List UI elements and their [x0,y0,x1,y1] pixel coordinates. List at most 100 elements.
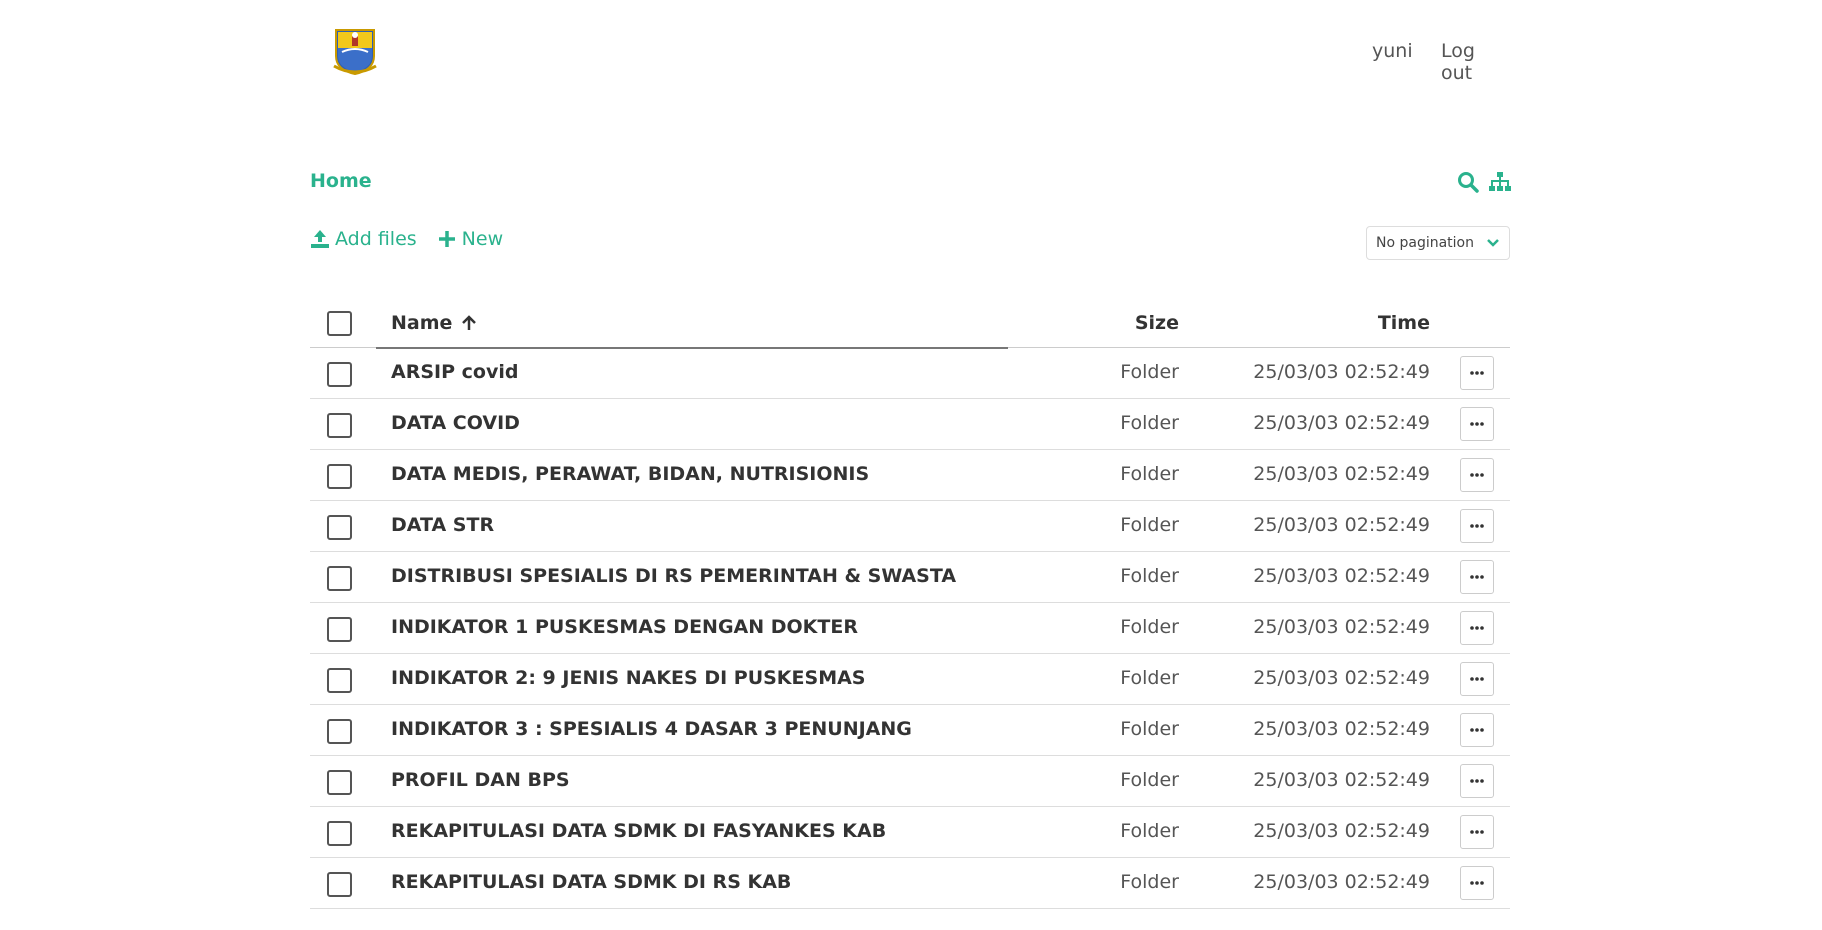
row-checkbox[interactable] [327,464,352,489]
select-all-checkbox[interactable] [327,311,352,336]
more-icon [1470,371,1484,375]
file-name-link[interactable]: PROFIL DAN BPS [391,769,570,791]
file-time: 25/03/03 02:52:49 [1253,667,1430,689]
file-name-link[interactable]: REKAPITULASI DATA SDMK DI RS KAB [391,871,791,893]
new-label: New [461,228,504,250]
file-actions: Add files New [310,228,503,250]
file-name-link[interactable]: INDIKATOR 1 PUSKESMAS DENGAN DOKTER [391,616,858,638]
sitemap-icon[interactable] [1488,170,1512,194]
file-time: 25/03/03 02:52:49 [1253,565,1430,587]
more-actions-button[interactable] [1460,356,1494,390]
file-name-link[interactable]: REKAPITULASI DATA SDMK DI FASYANKES KAB [391,820,886,842]
column-time[interactable]: Time [1378,312,1430,334]
file-name-link[interactable]: ARSIP covid [391,361,518,383]
header: yuni Log out [310,0,1510,110]
more-icon [1470,830,1484,834]
column-size[interactable]: Size [1135,312,1179,334]
plus-icon [438,231,455,247]
file-name-link[interactable]: DATA STR [391,514,494,536]
upload-icon [311,230,329,248]
file-size: Folder [1120,718,1179,740]
file-size: Folder [1120,820,1179,842]
table-row[interactable]: DATA COVID Folder 25/03/03 02:52:49 [310,399,1510,450]
add-files-button[interactable]: Add files [310,228,417,250]
file-time: 25/03/03 02:52:49 [1253,361,1430,383]
table-row[interactable]: DATA STR Folder 25/03/03 02:52:49 [310,501,1510,552]
file-size: Folder [1120,514,1179,536]
more-icon [1470,575,1484,579]
file-size: Folder [1120,412,1179,434]
file-name-link[interactable]: DATA COVID [391,412,520,434]
row-checkbox[interactable] [327,413,352,438]
logout-link[interactable]: Log out [1441,40,1510,84]
more-icon [1470,473,1484,477]
file-time: 25/03/03 02:52:49 [1253,871,1430,893]
file-size: Folder [1120,667,1179,689]
table-row[interactable]: ARSIP covid Folder 25/03/03 02:52:49 [310,348,1510,399]
row-checkbox[interactable] [327,770,352,795]
file-name-link[interactable]: DATA MEDIS, PERAWAT, BIDAN, NUTRISIONIS [391,463,869,485]
table-row[interactable]: REKAPITULASI DATA SDMK DI FASYANKES KAB F… [310,807,1510,858]
file-time: 25/03/03 02:52:49 [1253,412,1430,434]
more-icon [1470,728,1484,732]
file-size: Folder [1120,361,1179,383]
new-button[interactable]: New [437,228,503,250]
file-time: 25/03/03 02:52:49 [1253,769,1430,791]
row-checkbox[interactable] [327,566,352,591]
sort-by-name[interactable]: Name [391,312,478,334]
chevron-down-icon [1487,239,1499,247]
table-row[interactable]: INDIKATOR 2: 9 JENIS NAKES DI PUSKESMAS F… [310,654,1510,705]
more-icon [1470,779,1484,783]
row-checkbox[interactable] [327,719,352,744]
row-checkbox[interactable] [327,515,352,540]
file-size: Folder [1120,871,1179,893]
table-row[interactable]: DISTRIBUSI SPESIALIS DI RS PEMERINTAH & … [310,552,1510,603]
row-checkbox[interactable] [327,872,352,897]
file-size: Folder [1120,565,1179,587]
search-icon[interactable] [1456,170,1480,194]
column-name-label: Name [391,312,453,334]
row-checkbox[interactable] [327,668,352,693]
file-time: 25/03/03 02:52:49 [1253,718,1430,740]
file-time: 25/03/03 02:52:49 [1253,616,1430,638]
file-name-link[interactable]: INDIKATOR 2: 9 JENIS NAKES DI PUSKESMAS [391,667,866,689]
more-actions-button[interactable] [1460,458,1494,492]
table-row[interactable]: PROFIL DAN BPS Folder 25/03/03 02:52:49 [310,756,1510,807]
file-time: 25/03/03 02:52:49 [1253,463,1430,485]
more-icon [1470,881,1484,885]
more-icon [1470,677,1484,681]
more-actions-button[interactable] [1460,815,1494,849]
more-actions-button[interactable] [1460,866,1494,900]
file-time: 25/03/03 02:52:49 [1253,514,1430,536]
more-actions-button[interactable] [1460,662,1494,696]
more-actions-button[interactable] [1460,560,1494,594]
table-row[interactable]: INDIKATOR 1 PUSKESMAS DENGAN DOKTER Folde… [310,603,1510,654]
row-checkbox[interactable] [327,362,352,387]
user-name-link[interactable]: yuni [1372,40,1413,62]
more-actions-button[interactable] [1460,509,1494,543]
file-size: Folder [1120,463,1179,485]
table-body: ARSIP covid Folder 25/03/03 02:52:49 DATA C… [310,348,1510,909]
pagination-select[interactable]: No pagination [1366,226,1510,260]
row-checkbox[interactable] [327,821,352,846]
row-checkbox[interactable] [327,617,352,642]
more-actions-button[interactable] [1460,713,1494,747]
pagination-label: No pagination [1376,235,1474,251]
more-actions-button[interactable] [1460,407,1494,441]
logo[interactable] [332,26,378,76]
file-table: Name Size Time ARSIP covid Folder 25/03/03… [310,300,1510,930]
more-icon [1470,524,1484,528]
add-files-label: Add files [335,228,417,250]
more-actions-button[interactable] [1460,611,1494,645]
table-header: Name Size Time [310,300,1510,349]
breadcrumb-home[interactable]: Home [310,170,372,192]
more-icon [1470,422,1484,426]
table-row[interactable]: INDIKATOR 3 : SPESIALIS 4 DASAR 3 PENUNJ… [310,705,1510,756]
table-row[interactable]: REKAPITULASI DATA SDMK DI RS KAB Folder 25… [310,858,1510,909]
file-name-link[interactable]: DISTRIBUSI SPESIALIS DI RS PEMERINTAH & … [391,565,956,587]
table-row[interactable]: DATA MEDIS, PERAWAT, BIDAN, NUTRISIONIS F… [310,450,1510,501]
arrow-up-icon [462,315,477,330]
more-actions-button[interactable] [1460,764,1494,798]
file-size: Folder [1120,769,1179,791]
file-name-link[interactable]: INDIKATOR 3 : SPESIALIS 4 DASAR 3 PENUNJ… [391,718,912,740]
